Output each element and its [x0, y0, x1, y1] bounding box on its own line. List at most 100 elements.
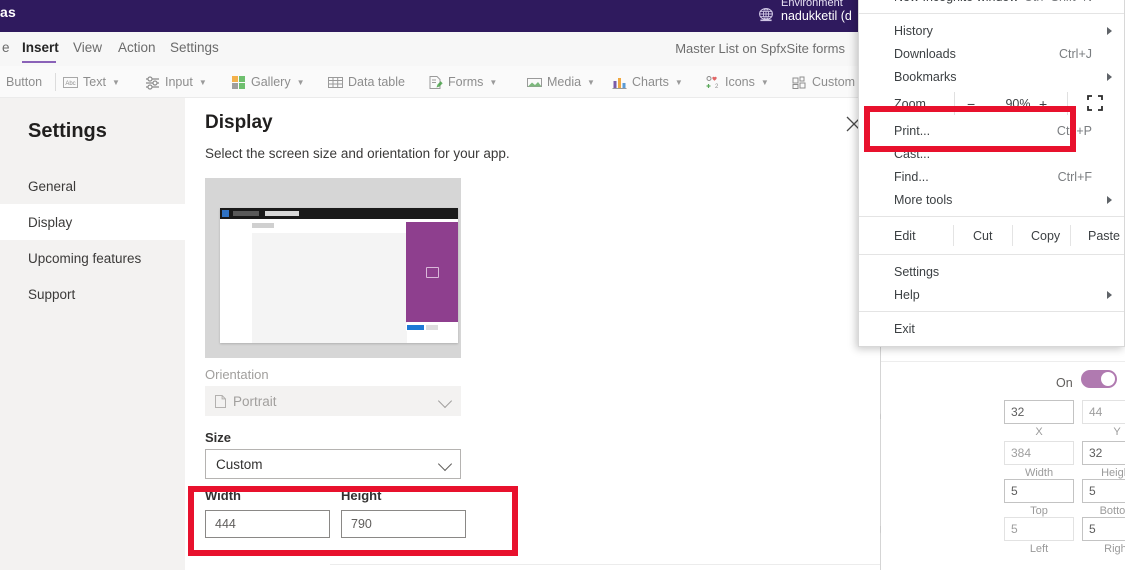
orientation-dropdown[interactable]: Portrait: [205, 386, 461, 416]
edit-divider: [953, 225, 954, 246]
tab-file[interactable]: e: [2, 40, 10, 55]
abc-icon: Abc: [63, 75, 78, 90]
menu-item-more-tools[interactable]: More tools: [859, 188, 1124, 211]
preview-primary-button: [407, 325, 424, 330]
sidebar-item-support[interactable]: Support: [0, 276, 185, 312]
ribbon-label: Button: [6, 75, 43, 89]
field-x[interactable]: 32: [1004, 400, 1074, 424]
ribbon-button-media[interactable]: Media ▼: [527, 72, 595, 92]
menu-row-zoom: Zoom − 90% +: [859, 88, 1124, 119]
ribbon-label: Input: [165, 75, 193, 89]
chevron-down-icon: ▼: [674, 77, 683, 87]
preview-title-2: [265, 211, 299, 216]
width-input[interactable]: 444: [205, 510, 330, 538]
menu-item-shortcut: Ctrl+J: [1059, 46, 1092, 61]
tab-action[interactable]: Action: [118, 40, 156, 55]
field-left[interactable]: 5: [1004, 517, 1074, 541]
caption-x: X: [1035, 426, 1043, 438]
field-width[interactable]: 384: [1004, 441, 1074, 465]
menu-item-new-incognito-window[interactable]: New Incognito window Ctrl+Shift+N: [859, 0, 1124, 8]
caption-y: Y: [1113, 426, 1121, 438]
menu-item-shortcut: Ctrl+Shift+N: [1024, 0, 1092, 4]
visible-toggle[interactable]: [1081, 370, 1117, 388]
cut-button[interactable]: Cut: [973, 229, 992, 243]
ribbon-button-icons[interactable]: 2 Icons ▼: [705, 72, 769, 92]
width-label: Width: [205, 488, 241, 503]
size-label: Size: [205, 430, 232, 445]
document-icon: [215, 394, 226, 408]
zoom-in-button[interactable]: +: [1039, 96, 1047, 112]
ribbon-button-custom[interactable]: Custom: [792, 72, 855, 92]
zoom-out-button[interactable]: −: [967, 96, 975, 112]
ribbon-button-gallery[interactable]: Gallery ▼: [231, 72, 305, 92]
toggle-label: On: [1056, 376, 1073, 390]
chevron-down-icon: [437, 456, 453, 472]
field-height[interactable]: 32: [1082, 441, 1125, 465]
chrome-main-menu: New Incognito window Ctrl+Shift+N Histor…: [858, 0, 1125, 347]
size-dropdown[interactable]: Custom: [205, 449, 461, 479]
orientation-label: Orientation: [205, 367, 269, 382]
ribbon-button-button[interactable]: Button: [6, 72, 42, 92]
chevron-down-icon: [437, 393, 453, 409]
menu-item-exit[interactable]: Exit: [859, 317, 1124, 340]
menu-item-print[interactable]: Print... Ctrl+P: [859, 119, 1124, 142]
menu-item-label: New Incognito window: [894, 0, 1018, 4]
page-title: Display: [205, 112, 273, 133]
menu-item-downloads[interactable]: Downloads Ctrl+J: [859, 42, 1124, 65]
edit-divider: [1012, 225, 1013, 246]
menu-item-shortcut: Ctrl+P: [1056, 123, 1092, 138]
ribbon-button-input[interactable]: Input ▼: [145, 72, 207, 92]
menu-item-history[interactable]: History: [859, 19, 1124, 42]
content-divider: [330, 564, 880, 565]
submenu-arrow-icon: [1107, 26, 1112, 35]
edit-divider: [1070, 225, 1071, 246]
app-title: as: [0, 4, 16, 20]
paste-button[interactable]: Paste: [1088, 229, 1120, 243]
settings-content: Display Select the screen size and orien…: [185, 98, 880, 570]
menu-item-cast[interactable]: Cast...: [859, 142, 1124, 165]
ribbon-button-charts[interactable]: Charts ▼: [612, 72, 683, 92]
menu-item-help[interactable]: Help: [859, 283, 1124, 306]
menu-item-find[interactable]: Find... Ctrl+F: [859, 165, 1124, 188]
fullscreen-icon[interactable]: [1087, 95, 1103, 111]
menu-item-settings[interactable]: Settings: [859, 260, 1124, 283]
preview-bottom-bar: [406, 323, 458, 331]
menu-separator: [859, 254, 1124, 255]
ribbon-button-forms[interactable]: Forms ▼: [428, 72, 497, 92]
sidebar-item-display[interactable]: Display: [0, 204, 185, 240]
menu-separator: [859, 13, 1124, 14]
field-right[interactable]: 5: [1082, 517, 1125, 541]
zoom-level-value: 90%: [1005, 96, 1031, 111]
height-input[interactable]: 790: [341, 510, 466, 538]
height-label: Height: [341, 488, 382, 503]
preview-secondary-button: [426, 325, 438, 330]
environment-label: Environment: [781, 0, 843, 9]
tab-view[interactable]: View: [73, 40, 102, 55]
custom-icon: [792, 75, 807, 90]
menu-row-edit: Edit Cut Copy Paste: [859, 222, 1124, 249]
menu-item-label: Find...: [894, 169, 929, 184]
sidebar-item-label: Display: [28, 214, 73, 230]
preview-page-canvas: [252, 233, 407, 343]
tab-insert[interactable]: Insert: [22, 40, 59, 55]
sidebar-item-upcoming-features[interactable]: Upcoming features: [0, 240, 185, 276]
menu-item-label: More tools: [894, 192, 953, 207]
sliders-icon: [145, 75, 160, 90]
menu-item-label: Bookmarks: [894, 69, 957, 84]
field-y[interactable]: 44: [1082, 400, 1125, 424]
ribbon-label: Text: [83, 75, 106, 89]
submenu-arrow-icon: [1107, 290, 1112, 299]
field-top[interactable]: 5: [1004, 479, 1074, 503]
zoom-label: Zoom: [894, 96, 926, 111]
sidebar-item-general[interactable]: General: [0, 168, 185, 204]
tab-settings[interactable]: Settings: [170, 40, 219, 55]
menu-item-bookmarks[interactable]: Bookmarks: [859, 65, 1124, 88]
preview-suite-bar: [220, 208, 458, 219]
sidebar-item-label: Support: [28, 286, 76, 302]
ribbon-button-text[interactable]: Abc Text ▼: [63, 72, 120, 92]
ribbon-separator: [55, 73, 56, 91]
field-bottom[interactable]: 5: [1082, 479, 1125, 503]
ribbon-button-data-table[interactable]: Data table: [328, 72, 405, 92]
chevron-down-icon: ▼: [489, 77, 498, 87]
copy-button[interactable]: Copy: [1031, 229, 1060, 243]
